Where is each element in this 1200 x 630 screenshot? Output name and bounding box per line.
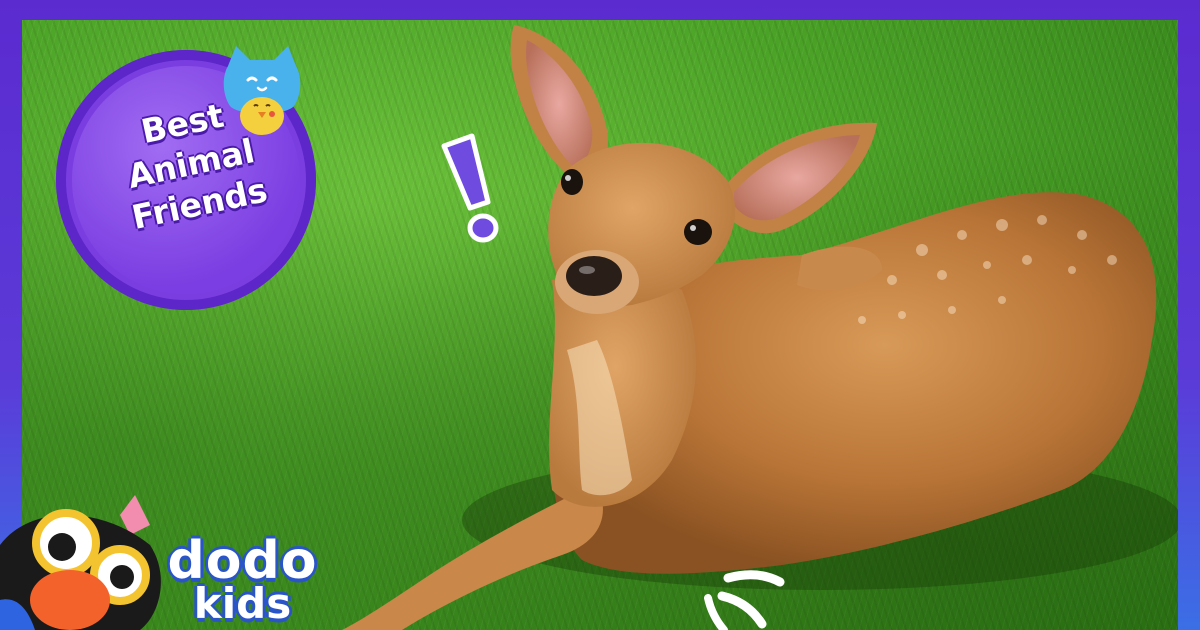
left-eye bbox=[561, 169, 583, 195]
sparkle-lines-icon bbox=[704, 570, 785, 630]
cat-and-chick-icon bbox=[223, 46, 301, 135]
exclamation-icon bbox=[441, 133, 499, 243]
right-eye bbox=[684, 219, 712, 245]
fawn-nose bbox=[566, 256, 622, 296]
dodo-kids-logo: dodo kids bbox=[160, 535, 325, 625]
